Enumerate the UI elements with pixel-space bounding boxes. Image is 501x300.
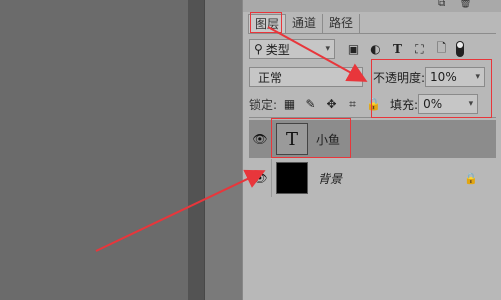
arrow-to-blend-mode: [267, 26, 368, 82]
arrow-to-layer: [95, 169, 266, 252]
annotation-arrows: [95, 26, 368, 252]
